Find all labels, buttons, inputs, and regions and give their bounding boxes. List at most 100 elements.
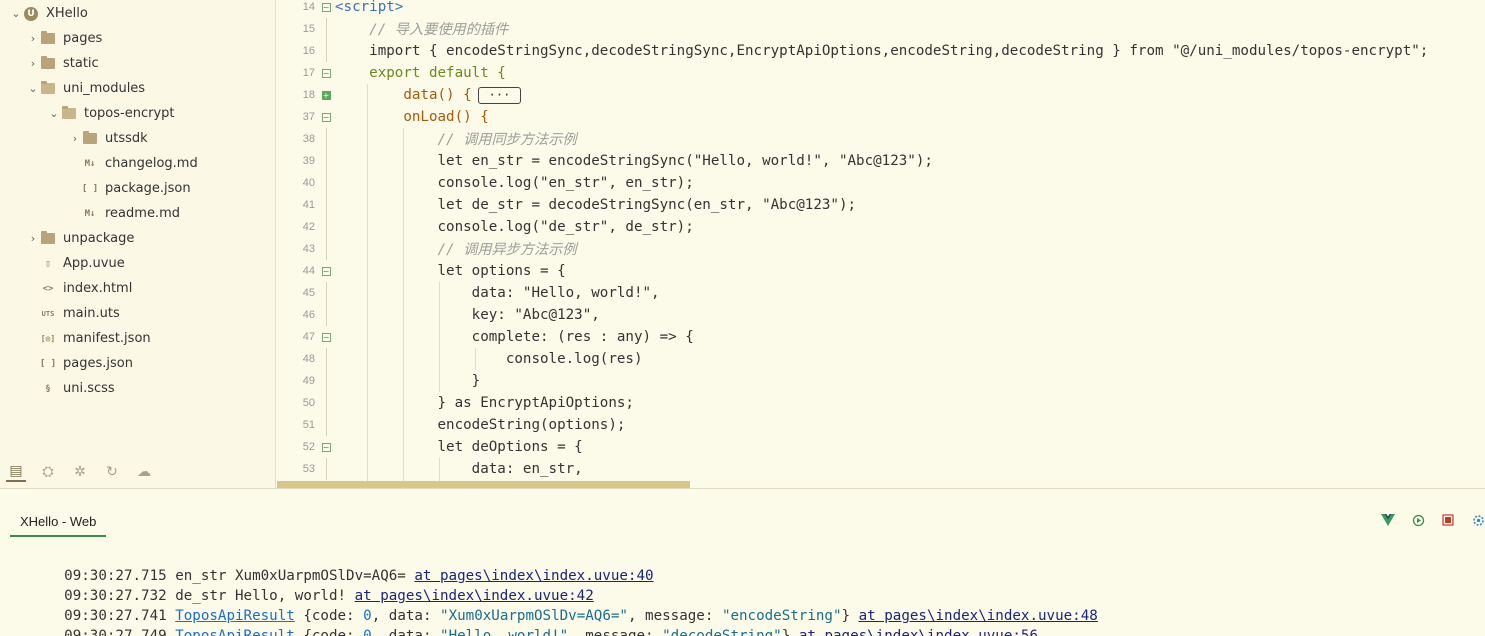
plugins-tab-icon[interactable]: ⛭ — [38, 462, 58, 482]
log-object-type-link[interactable]: ToposApiResult — [175, 628, 295, 636]
tree-item-index-html[interactable]: <> index.html — [0, 276, 276, 301]
tree-item-label: changelog.md — [105, 156, 198, 171]
code-line[interactable]: 45 data: "Hello, world!", — [277, 282, 1485, 304]
vue-devtools-icon[interactable] — [1381, 513, 1395, 527]
code-line[interactable]: 49 } — [277, 370, 1485, 392]
tree-item-label: pages.json — [63, 356, 133, 371]
log-source-link[interactable]: at pages\index\index.uvue:56 — [799, 628, 1038, 636]
folder-open-icon — [39, 81, 57, 96]
code-text: <script> — [335, 0, 404, 15]
tree-item-static[interactable]: › static — [0, 51, 276, 76]
settings-icon[interactable] — [1471, 513, 1485, 527]
line-number: 40 — [302, 177, 315, 189]
code-line[interactable]: 15 // 导入要使用的插件 — [277, 18, 1485, 40]
debug-tab-icon[interactable]: ✲ — [70, 462, 90, 482]
tree-item-changelog[interactable]: M↓ changelog.md — [0, 151, 276, 176]
console-tab[interactable]: XHello - Web — [10, 511, 107, 537]
code-text: } — [335, 373, 481, 389]
tree-item-label: readme.md — [105, 206, 180, 221]
code-line[interactable]: 42 console.log("de_str", de_str); — [277, 216, 1485, 238]
code-text: data() { — [335, 87, 472, 103]
collapsed-region-button[interactable]: ··· — [477, 86, 522, 104]
line-number: 51 — [302, 419, 315, 431]
code-line[interactable]: 50 } as EncryptApiOptions; — [277, 392, 1485, 414]
code-line[interactable]: 14 − <script> — [277, 0, 1485, 18]
tree-item-label: uni.scss — [63, 381, 115, 396]
files-tab-icon[interactable]: ▤ — [6, 462, 26, 482]
code-text: let de_str = decodeStringSync(en_str, "A… — [335, 197, 857, 213]
restart-icon[interactable] — [1411, 513, 1425, 527]
expand-fold-icon[interactable]: + — [321, 90, 331, 100]
fold-toggle-icon[interactable]: − — [321, 68, 331, 78]
code-line[interactable]: 40 console.log("en_str", en_str); — [277, 172, 1485, 194]
code-line[interactable]: 48 console.log(res) — [277, 348, 1485, 370]
code-text: let deOptions = { — [335, 439, 583, 455]
code-line[interactable]: 39 let en_str = encodeStringSync("Hello,… — [277, 150, 1485, 172]
code-line[interactable]: 38 // 调用同步方法示例 — [277, 128, 1485, 150]
line-number: 50 — [302, 397, 315, 409]
code-text: data: "Hello, world!", — [335, 285, 660, 301]
tree-item-manifest-json[interactable]: [◎] manifest.json — [0, 326, 276, 351]
code-line[interactable]: 46 key: "Abc@123", — [277, 304, 1485, 326]
tree-item-topos-encrypt[interactable]: ⌄ topos-encrypt — [0, 101, 276, 126]
code-line[interactable]: 17 − export default { — [277, 62, 1485, 84]
line-number: 17 — [302, 67, 315, 79]
cloud-tab-icon[interactable]: ☁ — [134, 462, 154, 482]
code-text: complete: (res : any) => { — [335, 329, 694, 345]
chevron-down-icon: ⌄ — [49, 107, 59, 120]
manifest-file-icon: [◎] — [40, 334, 56, 343]
tree-item-main-uts[interactable]: UTS main.uts — [0, 301, 276, 326]
code-text: let en_str = encodeStringSync("Hello, wo… — [335, 153, 933, 169]
console-log-line: 09:30:27.732 de_str Hello, world! at pag… — [30, 572, 594, 604]
tree-item-utssdk[interactable]: › utssdk — [0, 126, 276, 151]
log-timestamp: 09:30:27.749 — [64, 628, 167, 636]
console-toolbar — [1381, 513, 1485, 527]
code-line[interactable]: 47 − complete: (res : any) => { — [277, 326, 1485, 348]
line-number: 53 — [302, 463, 315, 475]
tree-item-xhello[interactable]: ⌄ U XHello — [0, 1, 276, 26]
tree-item-label: index.html — [63, 281, 133, 296]
stop-icon[interactable] — [1441, 513, 1455, 527]
code-line[interactable]: 52 − let deOptions = { — [277, 436, 1485, 458]
scss-file-icon: § — [45, 383, 51, 394]
folder-icon — [81, 131, 99, 146]
fold-toggle-icon[interactable]: − — [321, 266, 331, 276]
tree-item-package-json[interactable]: [ ] package.json — [0, 176, 276, 201]
tree-item-app-uvue[interactable]: ▯ App.uvue — [0, 251, 276, 276]
tree-item-uni-modules[interactable]: ⌄ uni_modules — [0, 76, 276, 101]
fold-toggle-icon[interactable]: − — [321, 2, 331, 12]
code-text: console.log("en_str", en_str); — [335, 175, 694, 191]
fold-toggle-icon[interactable]: − — [321, 112, 331, 122]
git-tab-icon[interactable]: ↻ — [102, 462, 122, 482]
code-line[interactable]: 43 // 调用异步方法示例 — [277, 238, 1485, 260]
code-line[interactable]: 53 data: en_str, — [277, 458, 1485, 480]
log-message-value: "decodeString" — [662, 628, 782, 636]
code-editor[interactable]: 14 − <script> 15 // 导入要使用的插件 16 import {… — [277, 0, 1485, 488]
code-line[interactable]: 37 − onLoad() { — [277, 106, 1485, 128]
code-line[interactable]: 41 let de_str = decodeStringSync(en_str,… — [277, 194, 1485, 216]
tree-item-label: utssdk — [105, 131, 148, 146]
code-line[interactable]: 44 − let options = { — [277, 260, 1485, 282]
console-log-line: 09:30:27.749 ToposApiResult {code: 0, da… — [30, 612, 1038, 636]
line-number: 15 — [302, 23, 315, 35]
horizontal-scrollbar[interactable] — [277, 481, 690, 488]
chevron-down-icon: ⌄ — [11, 7, 21, 20]
log-code-value: 0 — [363, 628, 372, 636]
tree-item-readme[interactable]: M↓ readme.md — [0, 201, 276, 226]
fold-toggle-icon[interactable]: − — [321, 332, 331, 342]
line-number: 18 — [302, 89, 315, 101]
tree-item-pages-json[interactable]: [ ] pages.json — [0, 351, 276, 376]
code-line[interactable]: 51 encodeString(options); — [277, 414, 1485, 436]
project-explorer: ⌄ U XHello › pages › static ⌄ uni_module… — [0, 0, 276, 488]
fold-toggle-icon[interactable]: − — [321, 442, 331, 452]
code-line[interactable]: 16 import { encodeStringSync,decodeStrin… — [277, 40, 1485, 62]
tree-item-unpackage[interactable]: › unpackage — [0, 226, 276, 251]
line-number: 47 — [302, 331, 315, 343]
code-text: let options = { — [335, 263, 566, 279]
tree-item-label: manifest.json — [63, 331, 151, 346]
chevron-right-icon: › — [72, 132, 78, 145]
chevron-right-icon: › — [30, 32, 36, 45]
code-line[interactable]: 18 + data() { ··· — [277, 84, 1485, 106]
tree-item-uni-scss[interactable]: § uni.scss — [0, 376, 276, 401]
tree-item-pages[interactable]: › pages — [0, 26, 276, 51]
